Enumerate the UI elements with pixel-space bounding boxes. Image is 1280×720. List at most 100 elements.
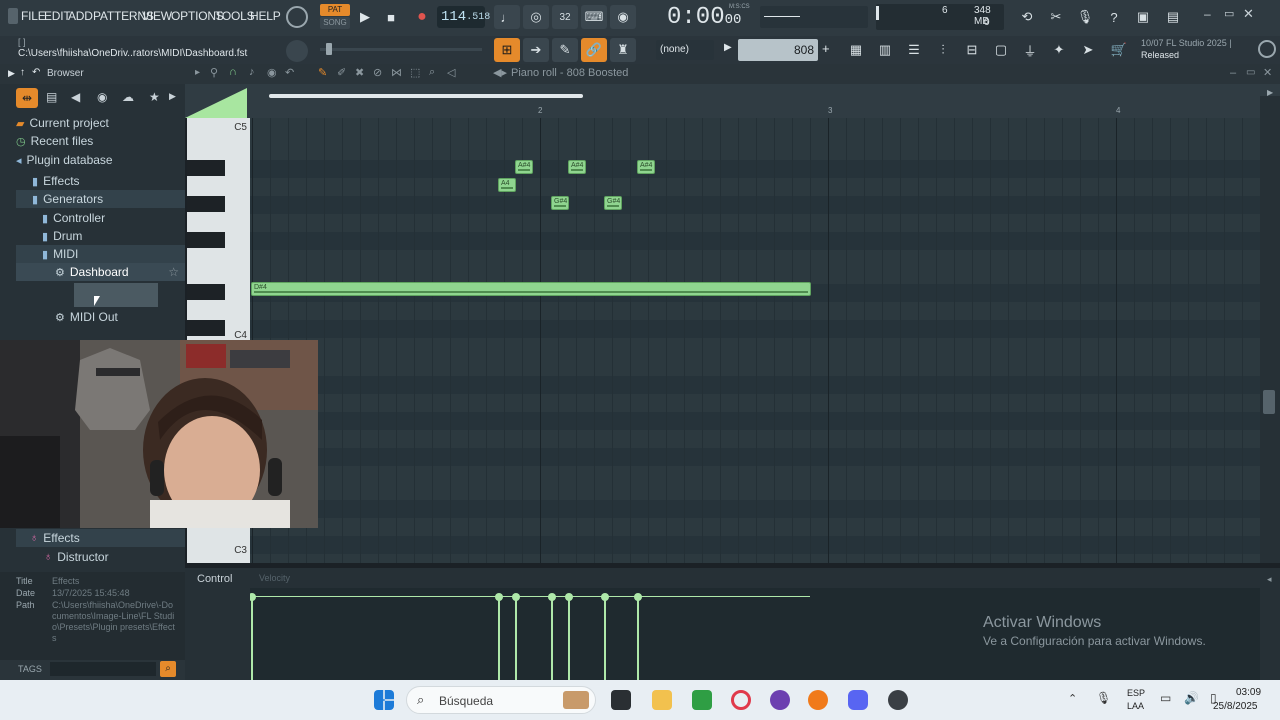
master-pitch-knob[interactable] [286,40,308,62]
link-icon[interactable]: 🔗 [581,38,607,62]
opera-icon[interactable] [731,690,751,710]
vertical-scroll-thumb[interactable] [1263,390,1275,414]
stamp-icon[interactable]: ♜ [610,38,636,62]
control-scroll-icon[interactable]: ◂ [1267,574,1272,585]
all-filter-icon[interactable]: ⇹ [16,88,38,108]
velocity-bar[interactable] [565,593,573,680]
menu-add[interactable]: ADD [68,9,93,23]
black-key[interactable] [187,196,225,212]
playlist-snap-icon[interactable]: ⊞ [494,38,520,62]
cart-icon[interactable]: 🛒 [1106,38,1132,62]
time-display[interactable]: 0:0000 M:S:CS [667,4,751,31]
menu-view[interactable]: VIEW [142,9,172,23]
arrow-icon[interactable]: ➔ [523,38,549,62]
tags-input[interactable] [50,662,156,676]
black-key[interactable] [187,232,225,248]
browser-item-current-project[interactable]: ▰ Current project [16,114,109,132]
browser-item-controller[interactable]: ▮ Controller [16,209,185,227]
network-icon[interactable]: ▭ [1160,691,1171,705]
news-line-2[interactable]: Released [1141,50,1179,60]
volume-icon[interactable]: 🔊 [1184,691,1199,705]
star-icon[interactable]: ☆ [168,265,179,279]
browser-item-generators[interactable]: ▮ Generators [16,190,185,208]
note-as4[interactable]: A#4 [515,160,533,174]
zoom-tool-icon[interactable]: ⌕ [429,66,435,79]
microphone-icon[interactable]: 🎙 [1072,5,1098,29]
browser-item-midi-out[interactable]: ⚙ MIDI Out [16,308,185,326]
language-code[interactable]: ESP [1127,688,1145,698]
master-volume-knob[interactable] [286,6,308,28]
velocity-handle[interactable] [548,593,556,601]
browser-icon[interactable]: ⊟ [959,38,985,62]
user-icon[interactable] [1258,40,1276,58]
project-picker-icon[interactable]: ▢ [988,38,1014,62]
taskbar-search[interactable]: ⌕ Búsqueda [406,686,596,714]
draw-tool-icon[interactable]: ✎ [318,66,327,79]
black-key[interactable] [187,284,225,300]
vertical-scrollbar[interactable] [1260,96,1280,563]
velocity-handle[interactable] [565,593,573,601]
panel-close-button[interactable]: ✕ [1263,66,1272,79]
filter-more-icon[interactable]: ▶ [169,91,176,102]
song-mode-button[interactable]: SONG [320,17,350,29]
step-edit-button[interactable]: 32 [552,5,578,29]
panel-minimize-button[interactable]: – [1230,67,1236,79]
add-pattern-button[interactable]: + [822,41,830,56]
pattern-selector[interactable]: 808 [738,39,818,61]
speaker-filter-icon[interactable]: ◀ [71,90,80,104]
countdown-icon[interactable]: ◉ [610,5,636,29]
maximize-button[interactable]: ▭ [1224,7,1234,20]
cut-icon[interactable]: ✂ [1043,5,1069,29]
clock-date[interactable]: 25/8/2025 [1213,701,1258,712]
plugin-filter-icon[interactable]: ◉ [97,90,107,104]
folder-filter-icon[interactable]: ▤ [46,90,57,104]
loop-icon[interactable]: ∩ [229,66,237,78]
mute-tool-icon[interactable]: ⊘ [373,66,382,79]
magnet-icon[interactable]: ⚲ [210,66,218,79]
browser-item-distructor[interactable]: ♁ Distructor [16,548,185,566]
fl-studio-taskbar-icon[interactable] [808,690,828,710]
app-icon[interactable] [770,690,790,710]
tray-chevron-icon[interactable]: ⌃ [1068,692,1077,705]
note-icon[interactable]: ♪ [249,66,255,78]
close-button[interactable]: ✕ [1243,6,1254,22]
browser-item-recent-files[interactable]: ◷ Recent files [16,132,93,150]
note-gs4[interactable]: G#4 [551,196,569,210]
velocity-bar[interactable] [495,593,503,680]
star-filter-icon[interactable]: ★ [149,90,160,104]
pencil-icon[interactable]: ✎ [552,38,578,62]
note-a4[interactable]: A4 [498,178,516,192]
record-input-icon[interactable]: ◉ [267,66,277,79]
snap-selector[interactable]: (none) [656,40,714,60]
note-as4[interactable]: A#4 [568,160,586,174]
piano-roll-menu-icon[interactable]: ▸ [195,67,200,78]
panel-maximize-button[interactable]: ▭ [1246,67,1255,78]
browser-back-icon[interactable]: ↶ [32,67,40,78]
velocity-bar[interactable] [250,593,256,680]
typing-keyboard-icon[interactable]: ⌨ [581,5,607,29]
cloud-filter-icon[interactable]: ☁ [122,90,134,104]
play-button[interactable]: ▶ [352,5,378,29]
windows-start-icon[interactable] [374,690,394,710]
black-key[interactable] [187,160,225,176]
note-as4[interactable]: A#4 [637,160,655,174]
keyboard-layout[interactable]: LAA [1127,701,1144,711]
export-icon[interactable]: ▤ [1160,5,1186,29]
playback-tool-icon[interactable]: ◁ [447,66,455,79]
note-gs4[interactable]: G#4 [604,196,622,210]
master-pitch-slider[interactable] [320,43,482,55]
menu-file[interactable]: FILE [21,9,46,23]
menu-tools[interactable]: TOOLS [215,9,255,23]
microphone-tray-icon[interactable]: 🎙 [1096,691,1111,705]
undo-icon[interactable]: ↶ [285,66,294,79]
search-icon[interactable]: ⌕ [160,661,176,677]
metronome-icon[interactable]: ♩ [494,5,520,29]
tempo-display[interactable]: 114.518 [437,6,490,28]
delete-tool-icon[interactable]: ✖ [355,66,364,79]
pattern-arrow-icon[interactable]: ▶ [724,42,732,53]
browser-item-dashboard[interactable]: ⚙ Dashboard ☆ [16,263,185,281]
piano-roll-grid[interactable]: A#4 A4 G#4 A#4 G#4 A#4 D#4 [250,118,1260,563]
undo-history-icon[interactable]: ⟲ [1014,5,1040,29]
record-button[interactable]: ● [409,5,435,29]
help-icon[interactable]: ? [1101,5,1127,29]
